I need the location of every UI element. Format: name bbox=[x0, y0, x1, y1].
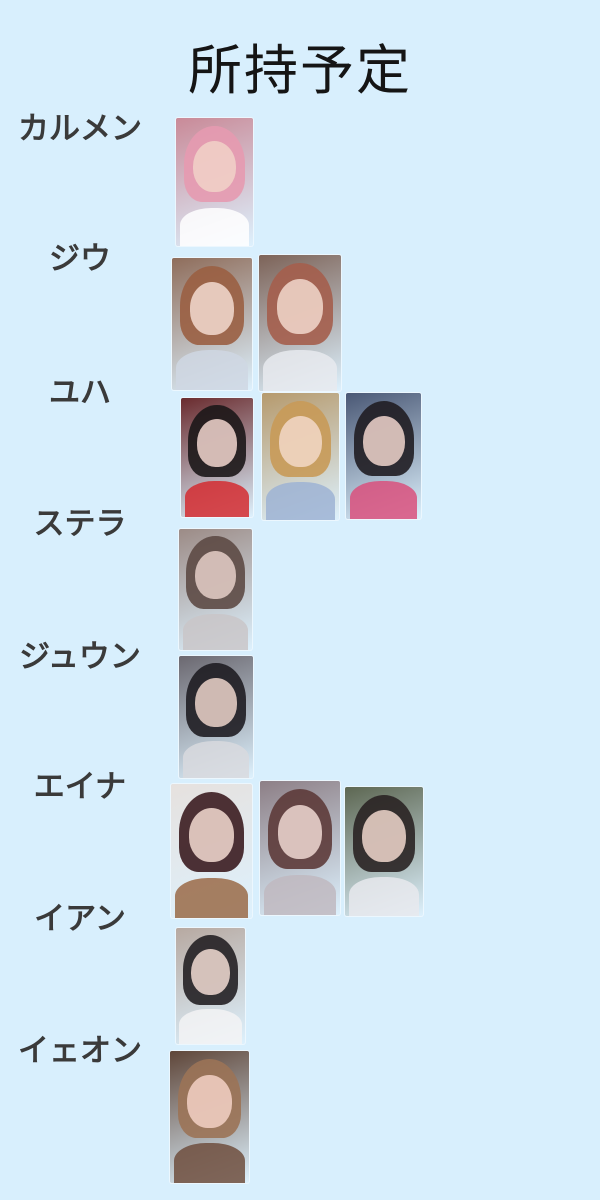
card-face bbox=[362, 415, 405, 467]
card-outfit bbox=[175, 877, 248, 918]
member-name-jueun: ジュウン bbox=[19, 639, 141, 675]
card-face bbox=[277, 805, 323, 859]
card-outfit bbox=[179, 1009, 242, 1044]
card-face bbox=[188, 808, 235, 862]
photocard[interactable] bbox=[179, 656, 253, 778]
photocard[interactable] bbox=[260, 781, 340, 915]
member-name-stella: ステラ bbox=[33, 506, 127, 542]
card-outfit bbox=[179, 207, 250, 246]
card-face bbox=[277, 279, 323, 334]
member-name-karmen: カルメン bbox=[18, 111, 142, 147]
member-name-ian: イアン bbox=[34, 901, 126, 937]
photocard[interactable] bbox=[346, 393, 421, 519]
card-outfit bbox=[173, 1143, 246, 1183]
card-face bbox=[187, 1074, 232, 1128]
card-outfit bbox=[265, 481, 336, 520]
card-outfit bbox=[263, 350, 337, 391]
photocard[interactable] bbox=[262, 393, 339, 520]
card-outfit bbox=[264, 874, 336, 915]
card-face bbox=[192, 141, 237, 193]
photocard[interactable] bbox=[179, 529, 252, 650]
member-name-jiu: ジウ bbox=[49, 241, 111, 277]
card-outfit bbox=[184, 481, 250, 517]
member-name-eina: エイナ bbox=[33, 769, 127, 805]
photocard[interactable] bbox=[170, 1051, 249, 1183]
card-face bbox=[278, 415, 323, 467]
photocard[interactable] bbox=[176, 118, 253, 246]
photocard[interactable] bbox=[345, 787, 423, 916]
photocard[interactable] bbox=[259, 255, 341, 391]
card-face bbox=[196, 419, 238, 467]
card-face bbox=[189, 281, 235, 335]
card-outfit bbox=[182, 741, 250, 778]
card-face bbox=[195, 677, 237, 727]
member-name-yuha: ユハ bbox=[49, 375, 111, 411]
photocard[interactable] bbox=[171, 784, 252, 918]
photocard[interactable] bbox=[172, 258, 252, 390]
card-face bbox=[195, 550, 236, 600]
card-face bbox=[191, 948, 230, 996]
card-outfit bbox=[349, 481, 418, 519]
card-outfit bbox=[176, 350, 248, 390]
card-outfit bbox=[182, 613, 249, 650]
page-title: 所持予定 bbox=[188, 39, 412, 102]
photocard[interactable] bbox=[176, 928, 245, 1044]
card-outfit bbox=[348, 877, 420, 916]
photocard[interactable] bbox=[181, 398, 253, 517]
member-name-yeon: イェオン bbox=[18, 1033, 142, 1069]
card-face bbox=[362, 810, 406, 862]
